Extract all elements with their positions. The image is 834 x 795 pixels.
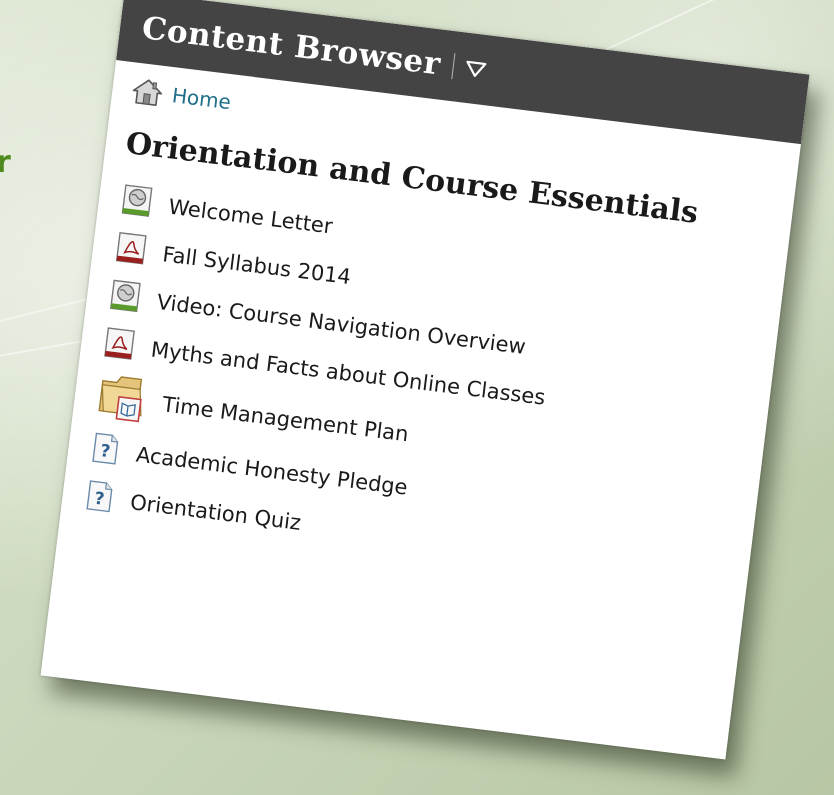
folder-book-icon [96,371,148,428]
content-browser-panel: Content Browser Home Orientation and Cou… [40,0,810,760]
chevron-down-icon[interactable] [462,57,488,80]
content-browser-screenshot: Content Browser Home Orientation and Cou… [40,0,810,760]
web-page-icon [109,279,141,316]
pdf-document-icon [103,327,135,364]
topic-label: Orientation Quiz [128,490,303,535]
breadcrumb-home-link[interactable]: Home [171,83,233,114]
topic-list: Welcome Letter Fall Syllabus 2014 Video:… [60,174,787,602]
web-page-icon [121,184,153,221]
pdf-document-icon [115,231,147,269]
quiz-question-icon: ? [85,480,115,517]
quiz-question-icon: ? [90,432,120,469]
header-separator [450,53,455,80]
home-icon [131,76,164,107]
slide-edge-text: r [0,145,11,180]
topic-label: Welcome Letter [167,194,334,239]
